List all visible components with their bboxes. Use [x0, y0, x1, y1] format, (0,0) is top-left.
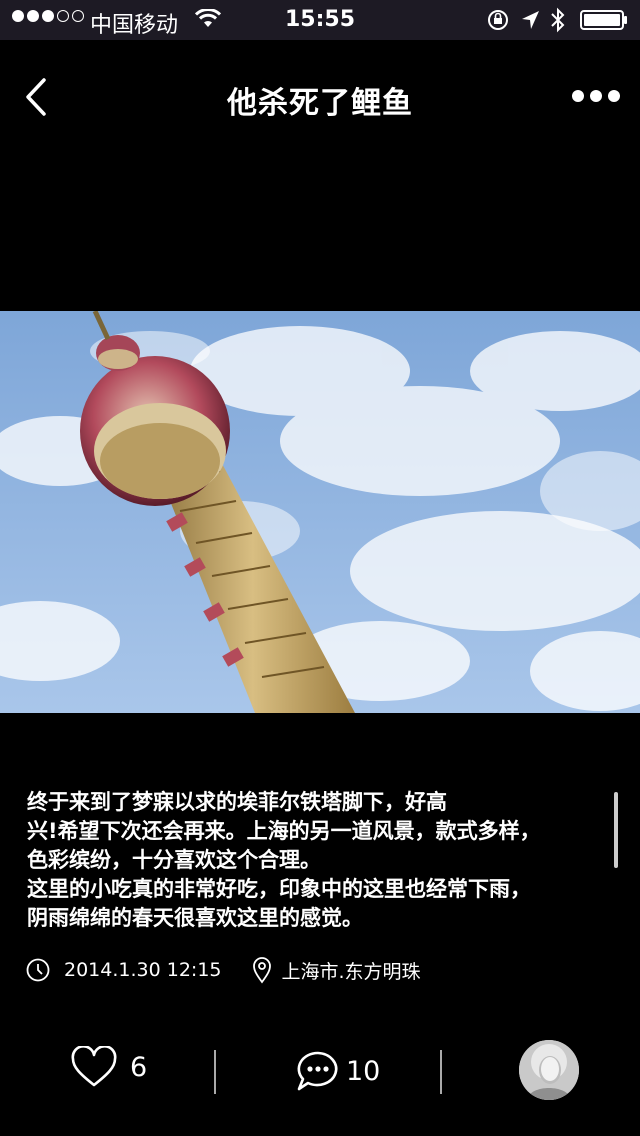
- location-arrow-icon: [522, 11, 539, 29]
- description-line: 这里的小吃真的非常好吃，印象中的这里也经常下雨，: [27, 877, 531, 901]
- more-dots-icon[interactable]: [572, 86, 620, 106]
- description-line: 终于来到了梦寐以求的埃菲尔铁塔脚下，好高: [27, 790, 447, 814]
- status-time: 15:55: [284, 7, 356, 32]
- scrollbar[interactable]: [614, 792, 618, 868]
- like-count: 6: [130, 1051, 148, 1083]
- post-meta: 2014.1.30 12:15 上海市.东方明珠: [26, 955, 421, 985]
- status-bar: 中国移动 15:55: [0, 0, 640, 40]
- post-datetime: 2014.1.30 12:15: [64, 959, 222, 981]
- clock-icon: [26, 958, 50, 982]
- page-title: 他杀死了鲤鱼: [227, 86, 413, 121]
- bottom-toolbar: 6 10: [0, 1036, 640, 1106]
- nav-bar: 他杀死了鲤鱼: [0, 40, 640, 150]
- orientation-lock-icon: [488, 10, 508, 30]
- bluetooth-icon: [551, 7, 565, 33]
- battery-icon: [580, 10, 627, 30]
- comment-bubble-icon: [297, 1051, 338, 1091]
- post-description: 终于来到了梦寐以求的埃菲尔铁塔脚下，好高 兴!希望下次还会再来。上海的另一道风景…: [27, 788, 607, 933]
- divider: [214, 1050, 216, 1094]
- divider: [440, 1050, 442, 1094]
- heart-icon: [71, 1046, 117, 1087]
- comment-count: 10: [346, 1055, 381, 1087]
- like-button[interactable]: 6: [70, 1046, 147, 1088]
- description-line: 阴雨绵绵的春天很喜欢这里的感觉。: [27, 906, 363, 930]
- post-location[interactable]: 上海市.东方明珠: [282, 957, 421, 984]
- location-pin-icon: [252, 957, 271, 984]
- post-photo[interactable]: [0, 311, 640, 713]
- avatar[interactable]: [519, 1040, 579, 1100]
- description-line: 色彩缤纷，十分喜欢这个合理。: [27, 848, 321, 872]
- comment-button[interactable]: 10: [296, 1050, 380, 1092]
- description-line: 兴!希望下次还会再来。上海的另一道风景，款式多样，: [27, 819, 541, 843]
